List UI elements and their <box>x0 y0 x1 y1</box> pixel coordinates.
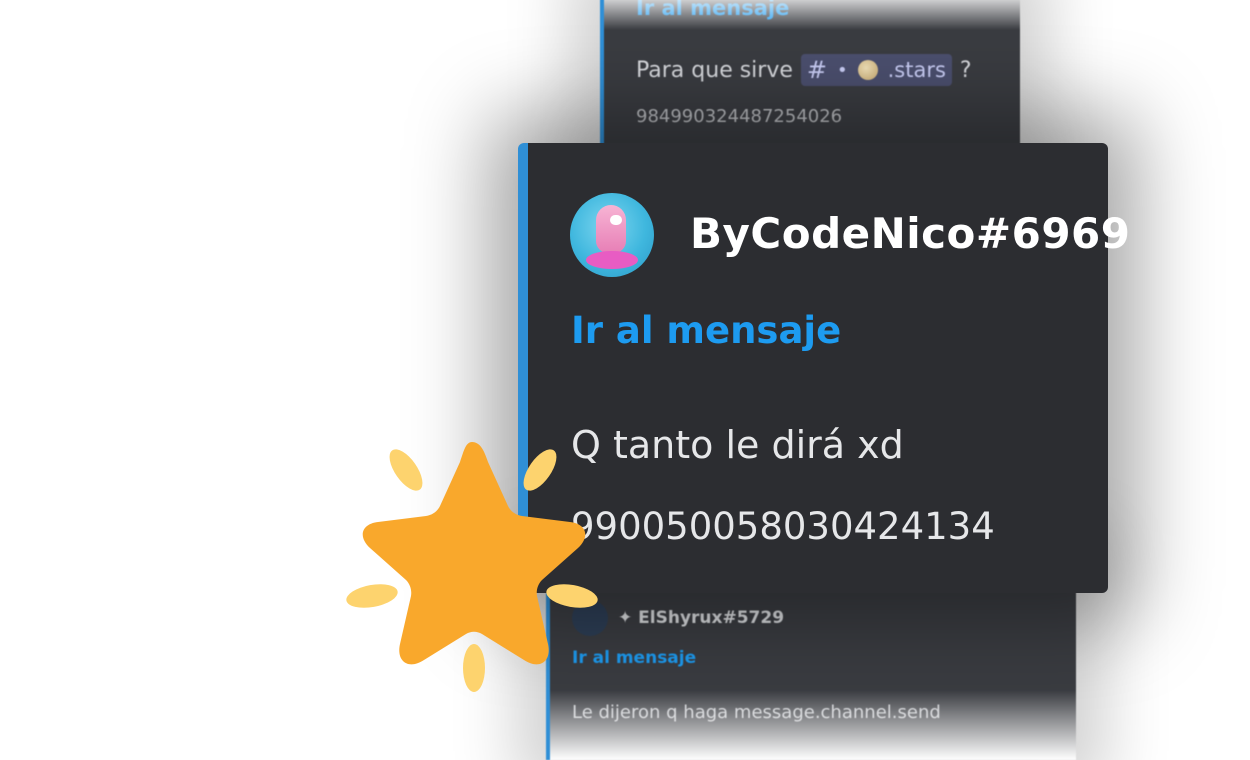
avatar[interactable] <box>570 193 654 277</box>
message-id: 984990324487254026 <box>636 106 843 127</box>
jump-to-message-link[interactable]: Ir al mensaje <box>636 0 789 20</box>
starboard-message-card: ByCodeNico#6969 Ir al mensaje Q tanto le… <box>518 143 1130 593</box>
message-text: Le dijeron q haga message.channel.send <box>572 702 941 723</box>
hash-icon: # <box>806 56 827 84</box>
star-shape <box>362 442 586 665</box>
message-text: Para que sirve <box>636 57 793 83</box>
message-id: 990050058030424134 <box>571 505 995 548</box>
channel-name: .stars <box>887 58 946 82</box>
avatar-character-base <box>586 251 638 269</box>
channel-mention[interactable]: # • .stars <box>800 54 952 86</box>
username: ✦ ElShyrux#5729 <box>618 608 785 628</box>
message-text-suffix: ? <box>959 57 972 83</box>
star-emoji-icon <box>857 60 878 80</box>
message-content: Para que sirve # • .stars ? <box>636 54 972 86</box>
background-message-card-top: Ir al mensaje Para que sirve # • .stars … <box>600 0 1020 160</box>
avatar-character-eye <box>610 215 622 225</box>
star-icon <box>346 442 598 692</box>
message-text: Q tanto le dirá xd <box>571 423 904 467</box>
jump-to-message-link[interactable]: Ir al mensaje <box>571 309 841 352</box>
username: ByCodeNico#6969 <box>690 209 1131 258</box>
dot-separator: • <box>837 59 848 81</box>
avatar-character <box>596 205 626 253</box>
